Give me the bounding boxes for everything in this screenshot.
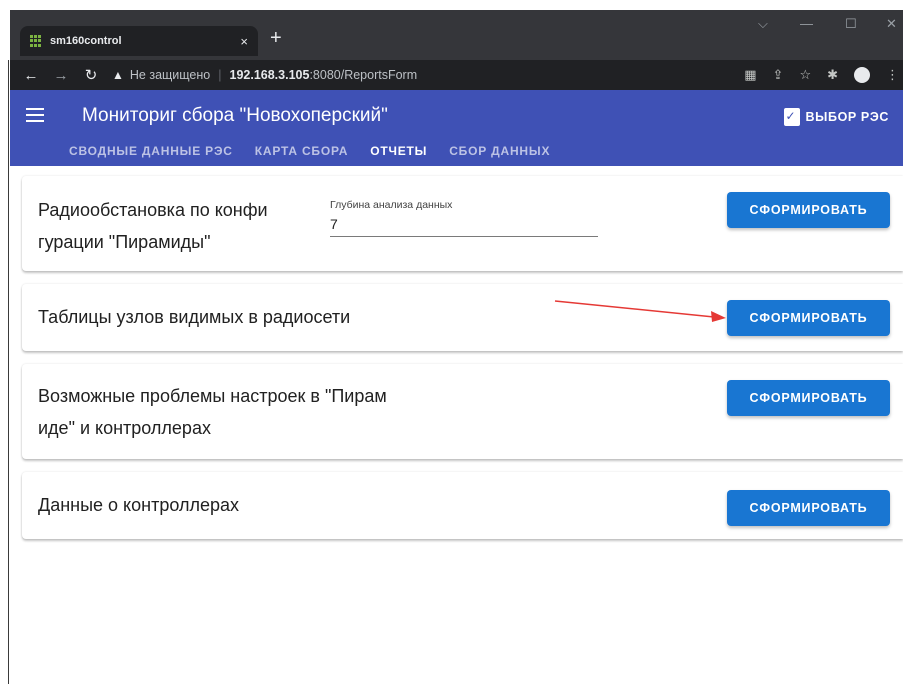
- annotation-arrow-icon: [554, 300, 726, 322]
